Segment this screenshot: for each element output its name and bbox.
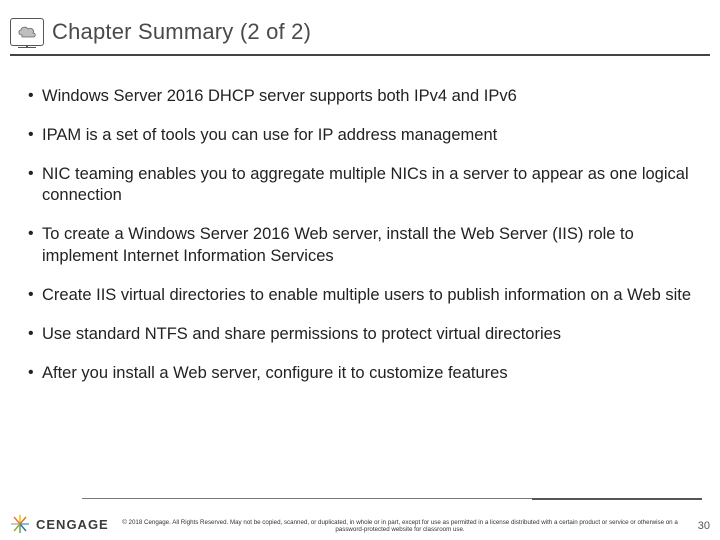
bullet-list: Windows Server 2016 DHCP server supports… [0, 56, 720, 384]
page-number: 30 [698, 520, 710, 532]
copyright-text: © 2018 Cengage. All Rights Reserved. May… [120, 519, 680, 535]
list-item: Use standard NTFS and share permissions … [28, 324, 698, 345]
list-item: To create a Windows Server 2016 Web serv… [28, 224, 698, 266]
starburst-icon [10, 514, 30, 534]
title-row: Chapter Summary (2 of 2) [0, 0, 720, 52]
slide-title: Chapter Summary (2 of 2) [52, 19, 311, 45]
slide: Chapter Summary (2 of 2) Windows Server … [0, 0, 720, 540]
list-item: IPAM is a set of tools you can use for I… [28, 125, 698, 146]
list-item: After you install a Web server, configur… [28, 363, 698, 384]
slide-footer: CENGAGE © 2018 Cengage. All Rights Reser… [0, 490, 720, 540]
cloud-monitor-icon [10, 18, 44, 46]
footer-rule [82, 498, 702, 499]
list-item: Windows Server 2016 DHCP server supports… [28, 86, 698, 107]
list-item: NIC teaming enables you to aggregate mul… [28, 164, 698, 206]
brand-name: CENGAGE [36, 517, 109, 532]
brand-logo: CENGAGE [10, 514, 109, 534]
list-item: Create IIS virtual directories to enable… [28, 285, 698, 306]
